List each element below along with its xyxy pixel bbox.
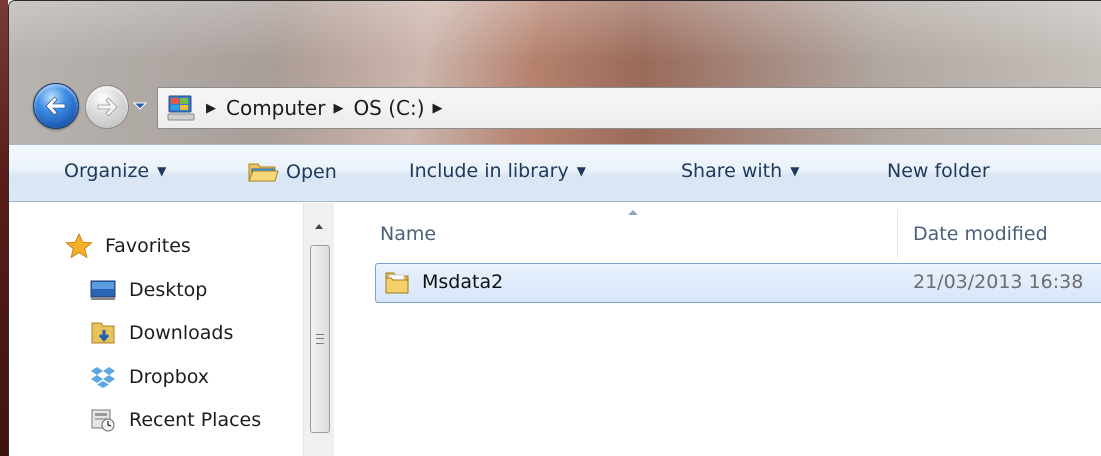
nav-item-label: Desktop bbox=[129, 279, 208, 301]
forward-button[interactable] bbox=[85, 85, 129, 129]
background-window-edge bbox=[0, 0, 8, 456]
back-arrow-icon bbox=[45, 96, 66, 116]
star-icon bbox=[65, 233, 93, 259]
nav-item-downloads[interactable]: Downloads bbox=[89, 320, 233, 346]
open-button[interactable]: Open bbox=[247, 160, 337, 184]
new-folder-label: New folder bbox=[887, 160, 990, 182]
scroll-thumb[interactable] bbox=[310, 245, 330, 433]
navigation-scrollbar[interactable] bbox=[303, 203, 334, 456]
downloads-icon bbox=[91, 322, 115, 344]
column-header-name[interactable]: Name bbox=[380, 203, 436, 265]
nav-item-label: Favorites bbox=[105, 235, 191, 257]
include-in-library-button[interactable]: Include in library ▼ bbox=[409, 160, 586, 182]
chevron-down-icon: ▼ bbox=[576, 164, 586, 178]
recent-places-icon bbox=[91, 409, 115, 432]
open-folder-icon bbox=[248, 163, 279, 182]
include-in-library-label: Include in library bbox=[409, 160, 569, 182]
file-name: Msdata2 bbox=[422, 271, 504, 293]
breadcrumb-separator-icon[interactable]: ▶ bbox=[433, 101, 443, 116]
breadcrumb-computer[interactable]: Computer bbox=[226, 96, 325, 120]
recent-locations-dropdown-icon[interactable] bbox=[132, 97, 148, 115]
computer-icon bbox=[167, 95, 195, 121]
organize-button[interactable]: Organize ▼ bbox=[64, 160, 166, 182]
explorer-window: ▶ Computer ▶ OS (C:) ▶ Organize ▼ Open I… bbox=[8, 0, 1101, 456]
column-divider[interactable] bbox=[897, 209, 898, 259]
breadcrumb-separator-icon[interactable]: ▶ bbox=[333, 101, 343, 116]
breadcrumb-os-c[interactable]: OS (C:) bbox=[353, 96, 424, 120]
column-header-date-modified[interactable]: Date modified bbox=[913, 203, 1048, 265]
grip-icon bbox=[316, 334, 324, 344]
nav-item-recent-places[interactable]: Recent Places bbox=[89, 407, 261, 433]
forward-arrow-icon bbox=[97, 97, 118, 117]
new-folder-button[interactable]: New folder bbox=[887, 160, 990, 182]
back-button[interactable] bbox=[33, 83, 79, 129]
nav-item-desktop[interactable]: Desktop bbox=[89, 277, 207, 303]
share-with-label: Share with bbox=[681, 160, 783, 182]
open-label: Open bbox=[286, 161, 337, 183]
nav-item-label: Downloads bbox=[129, 322, 234, 344]
sort-ascending-icon bbox=[628, 210, 638, 215]
address-bar[interactable]: ▶ Computer ▶ OS (C:) ▶ bbox=[157, 87, 1101, 129]
navigation-pane: Favorites Desktop Downloads Dropbox Rece… bbox=[9, 203, 334, 456]
chevron-down-icon: ▼ bbox=[790, 164, 800, 178]
file-date-modified: 21/03/2013 16:38 bbox=[913, 271, 1084, 293]
file-list-pane: Name Date modified Msdata2 21/03/2013 16… bbox=[335, 203, 1101, 456]
nav-item-dropbox[interactable]: Dropbox bbox=[89, 364, 209, 390]
breadcrumb-separator-icon[interactable]: ▶ bbox=[206, 101, 216, 116]
command-bar: Organize ▼ Open Include in library ▼ Sha… bbox=[9, 144, 1101, 202]
dropbox-icon bbox=[91, 367, 115, 388]
share-with-button[interactable]: Share with ▼ bbox=[681, 160, 799, 182]
scroll-up-button[interactable] bbox=[304, 215, 334, 237]
folder-icon bbox=[385, 272, 409, 294]
nav-item-label: Dropbox bbox=[129, 366, 210, 388]
organize-label: Organize bbox=[64, 160, 150, 182]
desktop-icon bbox=[90, 280, 116, 300]
arrow-up-icon bbox=[315, 224, 323, 229]
table-row[interactable]: Msdata2 21/03/2013 16:38 bbox=[375, 263, 1101, 303]
nav-item-label: Recent Places bbox=[129, 409, 262, 431]
chevron-down-icon: ▼ bbox=[157, 164, 167, 178]
nav-item-favorites[interactable]: Favorites bbox=[65, 233, 191, 259]
